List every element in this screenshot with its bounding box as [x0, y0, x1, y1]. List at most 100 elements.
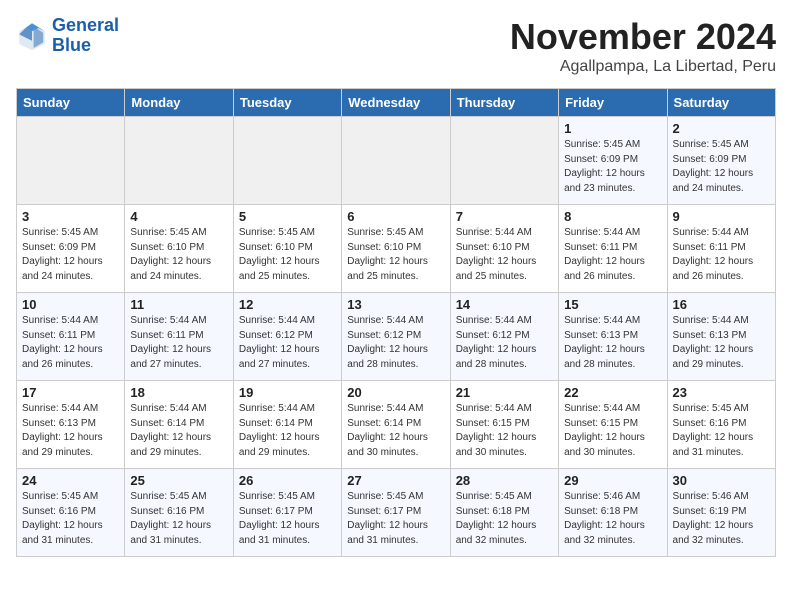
day-number: 5: [239, 209, 336, 224]
weekday-header: Thursday: [450, 89, 558, 117]
day-number: 22: [564, 385, 661, 400]
day-info: Sunrise: 5:44 AM Sunset: 6:13 PM Dayligh…: [22, 402, 119, 460]
day-info: Sunrise: 5:46 AM Sunset: 6:19 PM Dayligh…: [673, 490, 770, 548]
day-info: Sunrise: 5:46 AM Sunset: 6:18 PM Dayligh…: [564, 490, 661, 548]
calendar-cell: 18Sunrise: 5:44 AM Sunset: 6:14 PM Dayli…: [125, 381, 233, 469]
location: Agallpampa, La Libertad, Peru: [510, 58, 776, 76]
day-info: Sunrise: 5:45 AM Sunset: 6:10 PM Dayligh…: [347, 226, 444, 284]
calendar-cell: 22 Sunrise: 5:44 AM Sunset: 6:15 PM Dayli…: [559, 381, 667, 469]
calendar-week-row: 10 Sunrise: 5:44 AM Sunset: 6:11 PM Dayli…: [17, 293, 776, 381]
day-info: Sunrise: 5:44 AM Sunset: 6:11 PM Dayligh…: [564, 226, 661, 284]
day-number: 21: [456, 385, 553, 400]
calendar-cell: 8Sunrise: 5:44 AM Sunset: 6:11 PM Daylig…: [559, 205, 667, 293]
day-number: 12: [239, 297, 336, 312]
day-number: 4: [130, 209, 227, 224]
calendar-cell: 7 Sunrise: 5:44 AM Sunset: 6:10 PM Daylig…: [450, 205, 558, 293]
day-number: 15: [564, 297, 661, 312]
day-info: Sunrise: 5:45 AM Sunset: 6:16 PM Dayligh…: [130, 490, 227, 548]
weekday-header: Saturday: [667, 89, 775, 117]
day-number: 11: [130, 297, 227, 312]
day-info: Sunrise: 5:45 AM Sunset: 6:09 PM Dayligh…: [564, 138, 661, 196]
calendar-cell: 23 Sunrise: 5:45 AM Sunset: 6:16 PM Dayli…: [667, 381, 775, 469]
day-number: 20: [347, 385, 444, 400]
day-number: 3: [22, 209, 119, 224]
calendar-cell: 6 Sunrise: 5:45 AM Sunset: 6:10 PM Daylig…: [342, 205, 450, 293]
day-number: 9: [673, 209, 770, 224]
calendar-cell: 11Sunrise: 5:44 AM Sunset: 6:11 PM Dayli…: [125, 293, 233, 381]
day-info: Sunrise: 5:44 AM Sunset: 6:12 PM Dayligh…: [456, 314, 553, 372]
calendar-cell: 13 Sunrise: 5:44 AM Sunset: 6:12 PM Dayli…: [342, 293, 450, 381]
day-number: 23: [673, 385, 770, 400]
day-number: 6: [347, 209, 444, 224]
day-number: 29: [564, 473, 661, 488]
calendar-cell: 10 Sunrise: 5:44 AM Sunset: 6:11 PM Dayli…: [17, 293, 125, 381]
day-number: 27: [347, 473, 444, 488]
day-info: Sunrise: 5:44 AM Sunset: 6:10 PM Dayligh…: [456, 226, 553, 284]
weekday-header: Wednesday: [342, 89, 450, 117]
weekday-header: Sunday: [17, 89, 125, 117]
day-info: Sunrise: 5:44 AM Sunset: 6:13 PM Dayligh…: [673, 314, 770, 372]
weekday-header: Monday: [125, 89, 233, 117]
calendar-cell: 25 Sunrise: 5:45 AM Sunset: 6:16 PM Dayli…: [125, 469, 233, 557]
day-info: Sunrise: 5:45 AM Sunset: 6:10 PM Dayligh…: [239, 226, 336, 284]
calendar-body: 1Sunrise: 5:45 AM Sunset: 6:09 PM Daylig…: [17, 117, 776, 557]
day-info: Sunrise: 5:45 AM Sunset: 6:09 PM Dayligh…: [22, 226, 119, 284]
day-number: 14: [456, 297, 553, 312]
calendar-cell: 16 Sunrise: 5:44 AM Sunset: 6:13 PM Dayli…: [667, 293, 775, 381]
calendar-week-row: 24 Sunrise: 5:45 AM Sunset: 6:16 PM Dayli…: [17, 469, 776, 557]
day-number: 17: [22, 385, 119, 400]
day-info: Sunrise: 5:44 AM Sunset: 6:12 PM Dayligh…: [239, 314, 336, 372]
calendar-table: SundayMondayTuesdayWednesdayThursdayFrid…: [16, 88, 776, 557]
calendar-week-row: 3 Sunrise: 5:45 AM Sunset: 6:09 PM Daylig…: [17, 205, 776, 293]
calendar-header-row: SundayMondayTuesdayWednesdayThursdayFrid…: [17, 89, 776, 117]
calendar-cell: [125, 117, 233, 205]
calendar-cell: [233, 117, 341, 205]
day-number: 25: [130, 473, 227, 488]
day-number: 24: [22, 473, 119, 488]
calendar-cell: 28 Sunrise: 5:45 AM Sunset: 6:18 PM Dayli…: [450, 469, 558, 557]
day-info: Sunrise: 5:44 AM Sunset: 6:11 PM Dayligh…: [22, 314, 119, 372]
day-info: Sunrise: 5:44 AM Sunset: 6:15 PM Dayligh…: [564, 402, 661, 460]
calendar-cell: 2Sunrise: 5:45 AM Sunset: 6:09 PM Daylig…: [667, 117, 775, 205]
calendar-cell: 30 Sunrise: 5:46 AM Sunset: 6:19 PM Dayli…: [667, 469, 775, 557]
calendar-cell: 3 Sunrise: 5:45 AM Sunset: 6:09 PM Daylig…: [17, 205, 125, 293]
day-number: 7: [456, 209, 553, 224]
calendar-cell: 26 Sunrise: 5:45 AM Sunset: 6:17 PM Dayli…: [233, 469, 341, 557]
calendar-cell: 17 Sunrise: 5:44 AM Sunset: 6:13 PM Dayli…: [17, 381, 125, 469]
day-number: 26: [239, 473, 336, 488]
day-number: 19: [239, 385, 336, 400]
day-info: Sunrise: 5:44 AM Sunset: 6:15 PM Dayligh…: [456, 402, 553, 460]
calendar-cell: 24 Sunrise: 5:45 AM Sunset: 6:16 PM Dayli…: [17, 469, 125, 557]
calendar-cell: 27 Sunrise: 5:45 AM Sunset: 6:17 PM Dayli…: [342, 469, 450, 557]
logo-text: General Blue: [52, 16, 119, 56]
day-info: Sunrise: 5:45 AM Sunset: 6:17 PM Dayligh…: [239, 490, 336, 548]
calendar-cell: 4Sunrise: 5:45 AM Sunset: 6:10 PM Daylig…: [125, 205, 233, 293]
calendar-cell: 1Sunrise: 5:45 AM Sunset: 6:09 PM Daylig…: [559, 117, 667, 205]
calendar-cell: 15Sunrise: 5:44 AM Sunset: 6:13 PM Dayli…: [559, 293, 667, 381]
day-info: Sunrise: 5:44 AM Sunset: 6:12 PM Dayligh…: [347, 314, 444, 372]
calendar-cell: 14 Sunrise: 5:44 AM Sunset: 6:12 PM Dayli…: [450, 293, 558, 381]
day-info: Sunrise: 5:45 AM Sunset: 6:16 PM Dayligh…: [22, 490, 119, 548]
calendar-cell: 21 Sunrise: 5:44 AM Sunset: 6:15 PM Dayli…: [450, 381, 558, 469]
calendar-cell: 9Sunrise: 5:44 AM Sunset: 6:11 PM Daylig…: [667, 205, 775, 293]
day-info: Sunrise: 5:45 AM Sunset: 6:16 PM Dayligh…: [673, 402, 770, 460]
calendar-cell: [342, 117, 450, 205]
calendar-week-row: 1Sunrise: 5:45 AM Sunset: 6:09 PM Daylig…: [17, 117, 776, 205]
day-info: Sunrise: 5:45 AM Sunset: 6:18 PM Dayligh…: [456, 490, 553, 548]
day-info: Sunrise: 5:45 AM Sunset: 6:17 PM Dayligh…: [347, 490, 444, 548]
calendar-week-row: 17 Sunrise: 5:44 AM Sunset: 6:13 PM Dayli…: [17, 381, 776, 469]
day-number: 28: [456, 473, 553, 488]
day-number: 30: [673, 473, 770, 488]
calendar-cell: 29 Sunrise: 5:46 AM Sunset: 6:18 PM Dayli…: [559, 469, 667, 557]
calendar-cell: 20Sunrise: 5:44 AM Sunset: 6:14 PM Dayli…: [342, 381, 450, 469]
day-number: 16: [673, 297, 770, 312]
weekday-header: Tuesday: [233, 89, 341, 117]
day-number: 13: [347, 297, 444, 312]
calendar-cell: [17, 117, 125, 205]
weekday-header: Friday: [559, 89, 667, 117]
calendar-cell: [450, 117, 558, 205]
month-title: November 2024: [510, 16, 776, 58]
logo-icon: [16, 20, 48, 52]
day-number: 10: [22, 297, 119, 312]
day-info: Sunrise: 5:44 AM Sunset: 6:14 PM Dayligh…: [130, 402, 227, 460]
